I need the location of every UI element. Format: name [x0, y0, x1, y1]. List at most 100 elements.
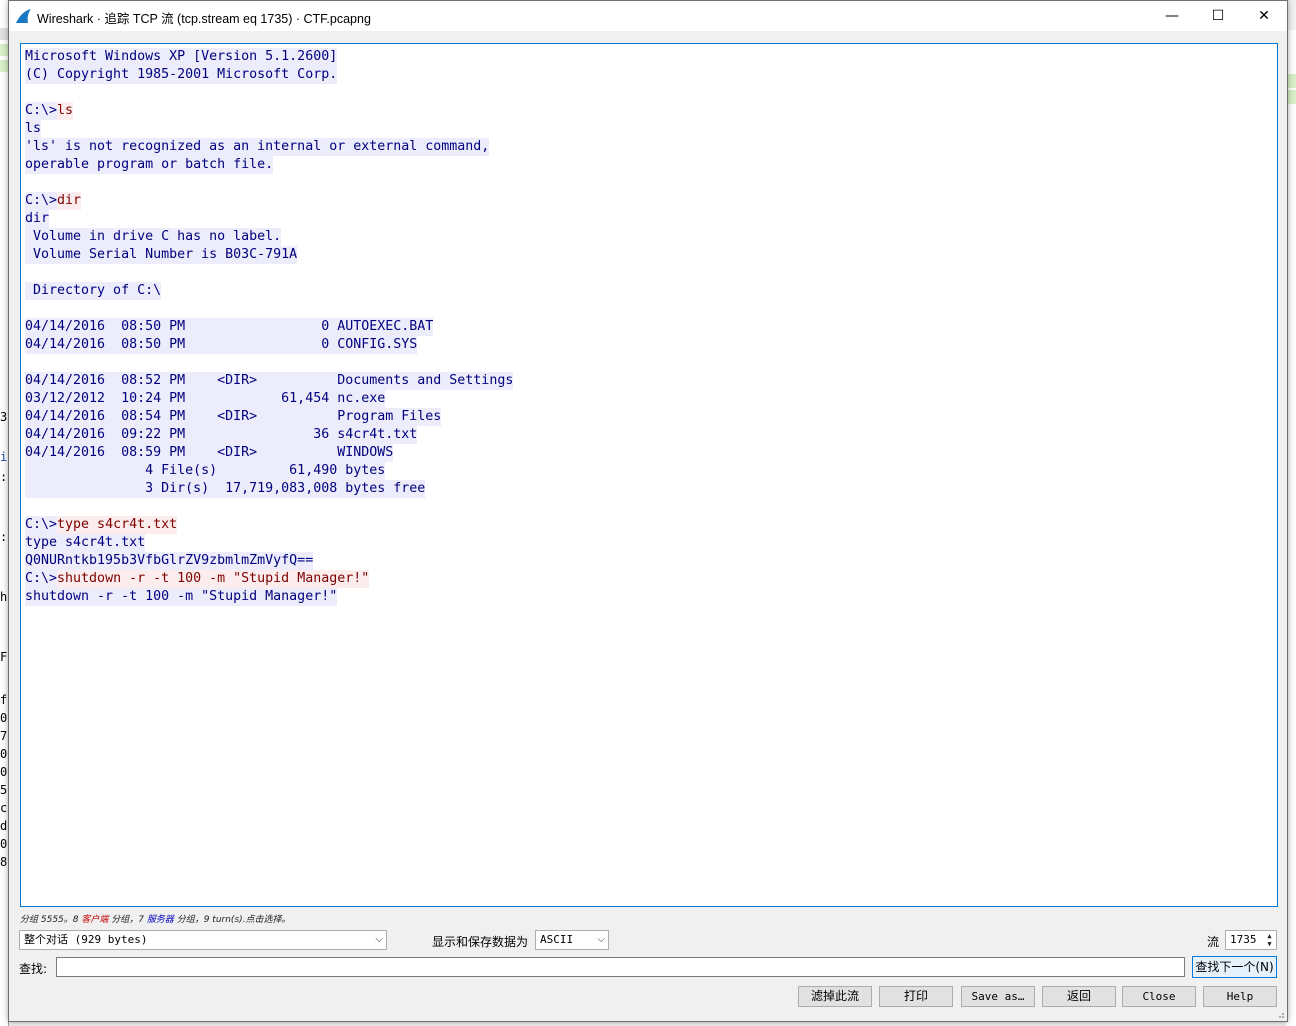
- encoding-select[interactable]: ASCII ⌵: [535, 930, 609, 950]
- stream-line: 'ls' is not recognized as an internal or…: [25, 138, 513, 156]
- conversation-select-value: 整个对话 (929 bytes): [24, 933, 148, 946]
- server-prompt: C:\>: [25, 570, 58, 588]
- stream-number-label: 流: [1207, 935, 1220, 949]
- stream-line: [25, 498, 513, 516]
- stream-line: Microsoft Windows XP [Version 5.1.2600]: [25, 48, 513, 66]
- show-as-label: 显示和保存数据为: [432, 935, 529, 949]
- bg-text: 3: [0, 410, 8, 424]
- bg-row-highlight: [0, 28, 8, 40]
- bg-text: 8: [0, 855, 8, 869]
- stream-line: Q0NURntkb195b3VfbGlrZV9zbmlmZmVyfQ==: [25, 552, 513, 570]
- stream-line: Volume Serial Number is B03C-791A: [25, 246, 513, 264]
- server-output: 3 Dir(s) 17,719,083,008 bytes free: [25, 480, 426, 498]
- stream-line: 04/14/2016 08:52 PM <DIR> Documents and …: [25, 372, 514, 390]
- stream-line: Directory of C:\: [25, 282, 513, 300]
- find-input[interactable]: [56, 957, 1185, 977]
- stream-line: 4 File(s) 61,490 bytes: [25, 462, 513, 480]
- stream-summary: 分组 5555。8 客户端 分组，7 服务器 分组，9 turn(s).点击选择…: [20, 912, 291, 925]
- server-prompt: C:\>: [25, 192, 58, 210]
- resize-grip-icon[interactable]: [1275, 1009, 1285, 1019]
- summary-server-word: 服务器: [146, 915, 174, 925]
- bg-text: f: [0, 693, 8, 707]
- server-output: 04/14/2016 08:50 PM 0 CONFIG.SYS: [25, 336, 418, 354]
- spin-down-icon[interactable]: ▼: [1264, 940, 1275, 948]
- stream-line: C:\>dir: [25, 192, 513, 210]
- print-button[interactable]: 打印: [879, 986, 953, 1007]
- client-command: shutdown -r -t 100 -m "Stupid Manager!": [57, 570, 370, 588]
- stream-line: [25, 264, 513, 282]
- stream-line: type s4cr4t.txt: [25, 534, 513, 552]
- bg-text: 5: [0, 783, 8, 797]
- server-output: type s4cr4t.txt: [25, 534, 146, 552]
- spin-up-icon[interactable]: ▲: [1264, 932, 1275, 940]
- close-button[interactable]: Close: [1122, 986, 1196, 1007]
- conversation-select[interactable]: 整个对话 (929 bytes) ⌵: [19, 930, 387, 950]
- stream-line: [25, 84, 513, 102]
- server-output: 04/14/2016 08:50 PM 0 AUTOEXEC.BAT: [25, 318, 434, 336]
- stream-line: 04/14/2016 08:50 PM 0 AUTOEXEC.BAT: [25, 318, 513, 336]
- stream-content-view[interactable]: Microsoft Windows XP [Version 5.1.2600](…: [20, 43, 1278, 907]
- bg-text: d: [0, 819, 8, 833]
- chevron-down-icon: ⌵: [375, 934, 383, 945]
- summary-prefix: 分组 5555。8: [20, 915, 82, 925]
- bg-text: 0: [0, 837, 8, 851]
- server-output: 4 File(s) 61,490 bytes: [25, 462, 386, 480]
- bg-text: :: [0, 530, 8, 544]
- summary-suffix: 分组，9 turn(s).点击选择。: [173, 915, 291, 925]
- stream-line: 03/12/2012 10:24 PM 61,454 nc.exe: [25, 390, 513, 408]
- client-command: dir: [57, 192, 82, 210]
- server-output: 03/12/2012 10:24 PM 61,454 nc.exe: [25, 390, 386, 408]
- stream-text: Microsoft Windows XP [Version 5.1.2600](…: [25, 48, 514, 606]
- summary-client-word: 客户端: [81, 915, 109, 925]
- server-output: ls: [25, 120, 42, 138]
- bg-row-green: [0, 60, 8, 72]
- server-output: 'ls' is not recognized as an internal or…: [25, 138, 490, 156]
- wireshark-fin-icon: [16, 9, 31, 23]
- stream-line: 04/14/2016 08:59 PM <DIR> WINDOWS: [25, 444, 513, 462]
- server-output: shutdown -r -t 100 -m "Stupid Manager!": [25, 588, 338, 606]
- stream-line: 04/14/2016 08:54 PM <DIR> Program Files: [25, 408, 513, 426]
- stream-line: 3 Dir(s) 17,719,083,008 bytes free: [25, 480, 513, 498]
- window-title: Wireshark · 追踪 TCP 流 (tcp.stream eq 1735…: [37, 12, 371, 26]
- stream-line: [25, 300, 513, 318]
- server-output: Q0NURntkb195b3VfbGlrZV9zbmlmZmVyfQ==: [25, 552, 314, 570]
- server-prompt: C:\>: [25, 102, 58, 120]
- back-button[interactable]: 返回: [1042, 986, 1116, 1007]
- stream-line: ls: [25, 120, 513, 138]
- stream-line: [25, 354, 513, 372]
- bg-text: 0: [0, 711, 8, 725]
- stream-line: operable program or batch file.: [25, 156, 513, 174]
- server-output: 04/14/2016 09:22 PM 36 s4cr4t.txt: [25, 426, 418, 444]
- stream-line: 04/14/2016 08:50 PM 0 CONFIG.SYS: [25, 336, 513, 354]
- server-output: dir: [25, 210, 50, 228]
- bg-text: 0: [0, 747, 8, 761]
- maximize-button[interactable]: ☐: [1195, 1, 1241, 31]
- stream-number-spinbox[interactable]: 1735 ▲ ▼: [1225, 930, 1277, 950]
- server-output: operable program or batch file.: [25, 156, 274, 174]
- stream-number-value: 1735: [1230, 933, 1257, 946]
- bg-text: F: [0, 650, 8, 664]
- stream-line: [25, 174, 513, 192]
- title-bar[interactable]: Wireshark · 追踪 TCP 流 (tcp.stream eq 1735…: [9, 1, 1287, 31]
- bg-text: h: [0, 590, 8, 604]
- close-window-button[interactable]: ✕: [1241, 1, 1287, 31]
- encoding-select-value: ASCII: [540, 933, 574, 946]
- server-output: (C) Copyright 1985-2001 Microsoft Corp.: [25, 66, 338, 84]
- server-output: Microsoft Windows XP [Version 5.1.2600]: [25, 48, 338, 66]
- minimize-button[interactable]: —: [1149, 1, 1195, 31]
- server-output: Volume Serial Number is B03C-791A: [25, 246, 298, 264]
- follow-tcp-stream-dialog: Wireshark · 追踪 TCP 流 (tcp.stream eq 1735…: [8, 0, 1288, 1022]
- bg-text: 7: [0, 729, 8, 743]
- find-next-button[interactable]: 查找下一个(N): [1192, 956, 1277, 978]
- help-button[interactable]: Help: [1203, 986, 1277, 1007]
- server-prompt: C:\>: [25, 516, 58, 534]
- filter-out-stream-button[interactable]: 滤掉此流: [798, 986, 872, 1007]
- server-output: Volume in drive C has no label.: [25, 228, 282, 246]
- stream-line: C:\>type s4cr4t.txt: [25, 516, 513, 534]
- stream-line: C:\>ls: [25, 102, 513, 120]
- server-output: 04/14/2016 08:54 PM <DIR> Program Files: [25, 408, 442, 426]
- bg-text: i: [0, 450, 8, 464]
- chevron-down-icon: ⌵: [597, 934, 605, 945]
- save-as-button[interactable]: Save as…: [961, 986, 1035, 1007]
- client-command: ls: [57, 102, 74, 120]
